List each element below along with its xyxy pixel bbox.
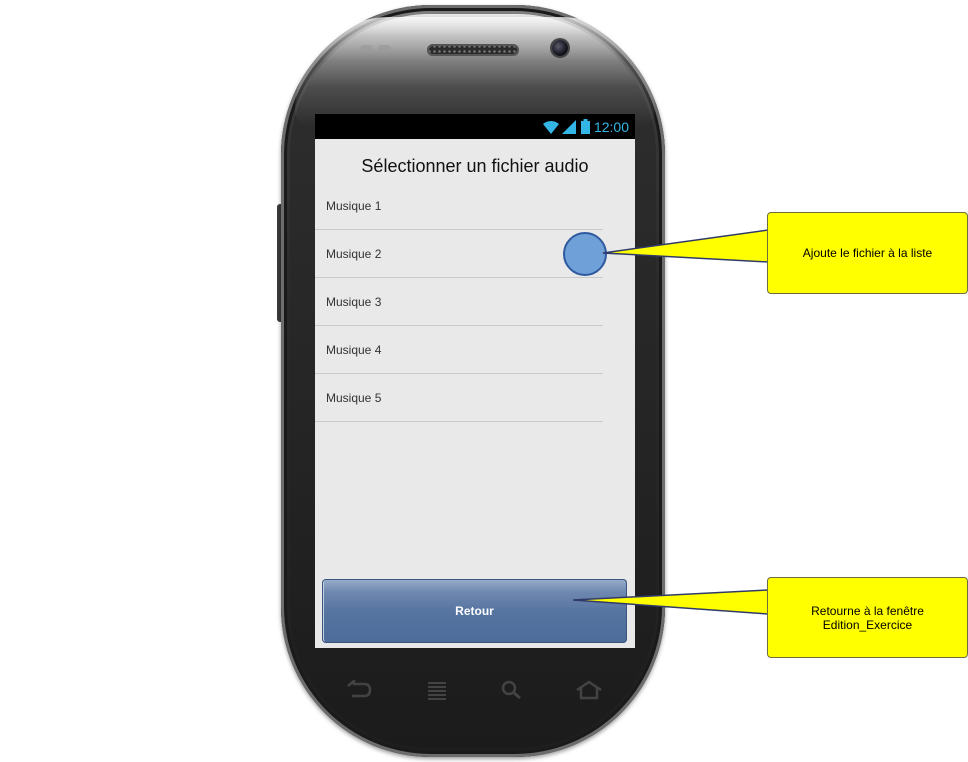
callout-add-file: Ajoute le fichier à la liste (767, 212, 968, 294)
callout-back: Retourne à la fenêtre Edition_Exercice (767, 577, 968, 658)
callout-back-line2: Edition_Exercice (822, 617, 913, 632)
callout-back-line1: Retourne à la fenêtre (811, 603, 924, 618)
callout-add-file-text: Ajoute le fichier à la liste (802, 246, 933, 260)
